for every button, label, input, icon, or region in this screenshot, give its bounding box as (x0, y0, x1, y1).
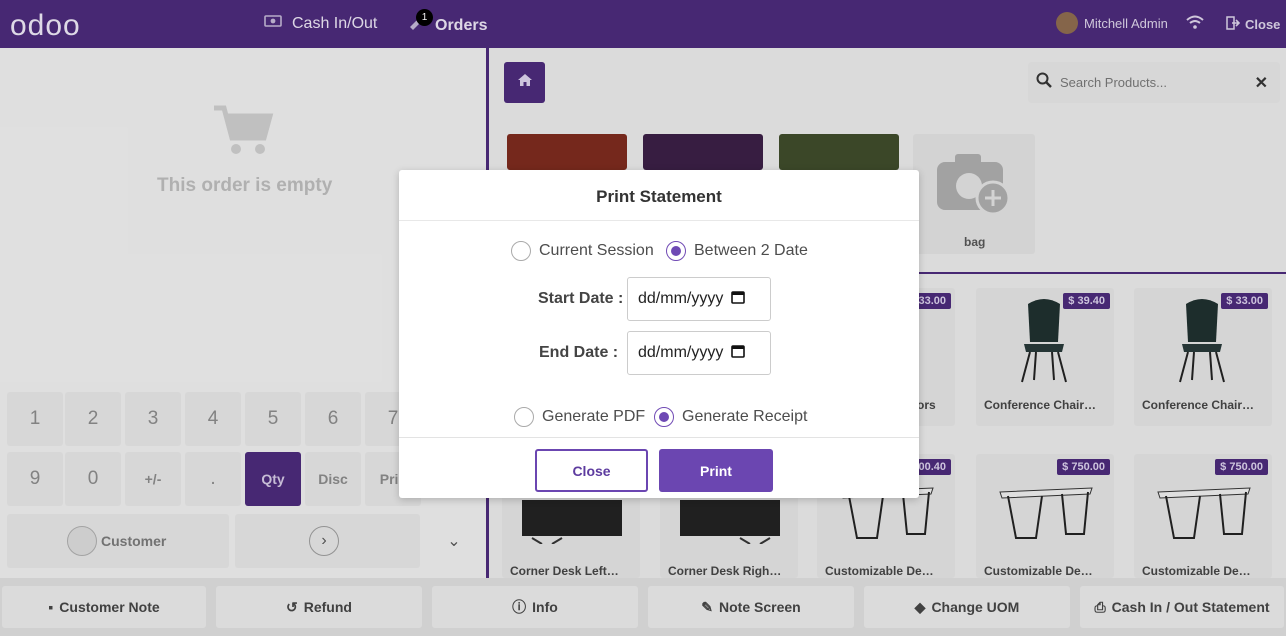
radio-circle[interactable] (511, 241, 531, 261)
close-button[interactable]: Close (535, 449, 648, 492)
radio-generate-pdf-label: Generate PDF (542, 408, 646, 425)
radio-circle-selected[interactable] (666, 241, 686, 261)
dialog-footer-divider (399, 437, 919, 438)
radio-circle[interactable] (514, 407, 534, 427)
radio-between-dates-label: Between 2 Date (694, 242, 808, 259)
print-button[interactable]: Print (659, 449, 773, 492)
radio-current-session-label: Current Session (539, 242, 654, 259)
end-date-input[interactable]: dd/mm/yyyy (627, 331, 771, 375)
dialog-title: Print Statement (596, 187, 722, 206)
start-date-input[interactable]: dd/mm/yyyy (627, 277, 771, 321)
calendar-icon[interactable] (731, 344, 746, 363)
radio-current-session[interactable]: Current Session (511, 241, 654, 261)
end-date-value: dd/mm/yyyy (638, 344, 724, 361)
start-date-label: Start Date : (538, 290, 624, 307)
radio-generate-pdf[interactable]: Generate PDF (514, 407, 645, 427)
radio-generate-receipt[interactable]: Generate Receipt (654, 407, 807, 427)
radio-generate-receipt-label: Generate Receipt (682, 408, 808, 425)
print-statement-dialog: Print Statement Current Session Between … (399, 170, 919, 498)
radio-between-dates[interactable]: Between 2 Date (666, 241, 808, 261)
radio-circle-selected[interactable] (654, 407, 674, 427)
end-date-label: End Date : (539, 344, 619, 361)
start-date-value: dd/mm/yyyy (638, 290, 724, 307)
calendar-icon[interactable] (731, 290, 746, 309)
dialog-header-divider (399, 220, 919, 221)
